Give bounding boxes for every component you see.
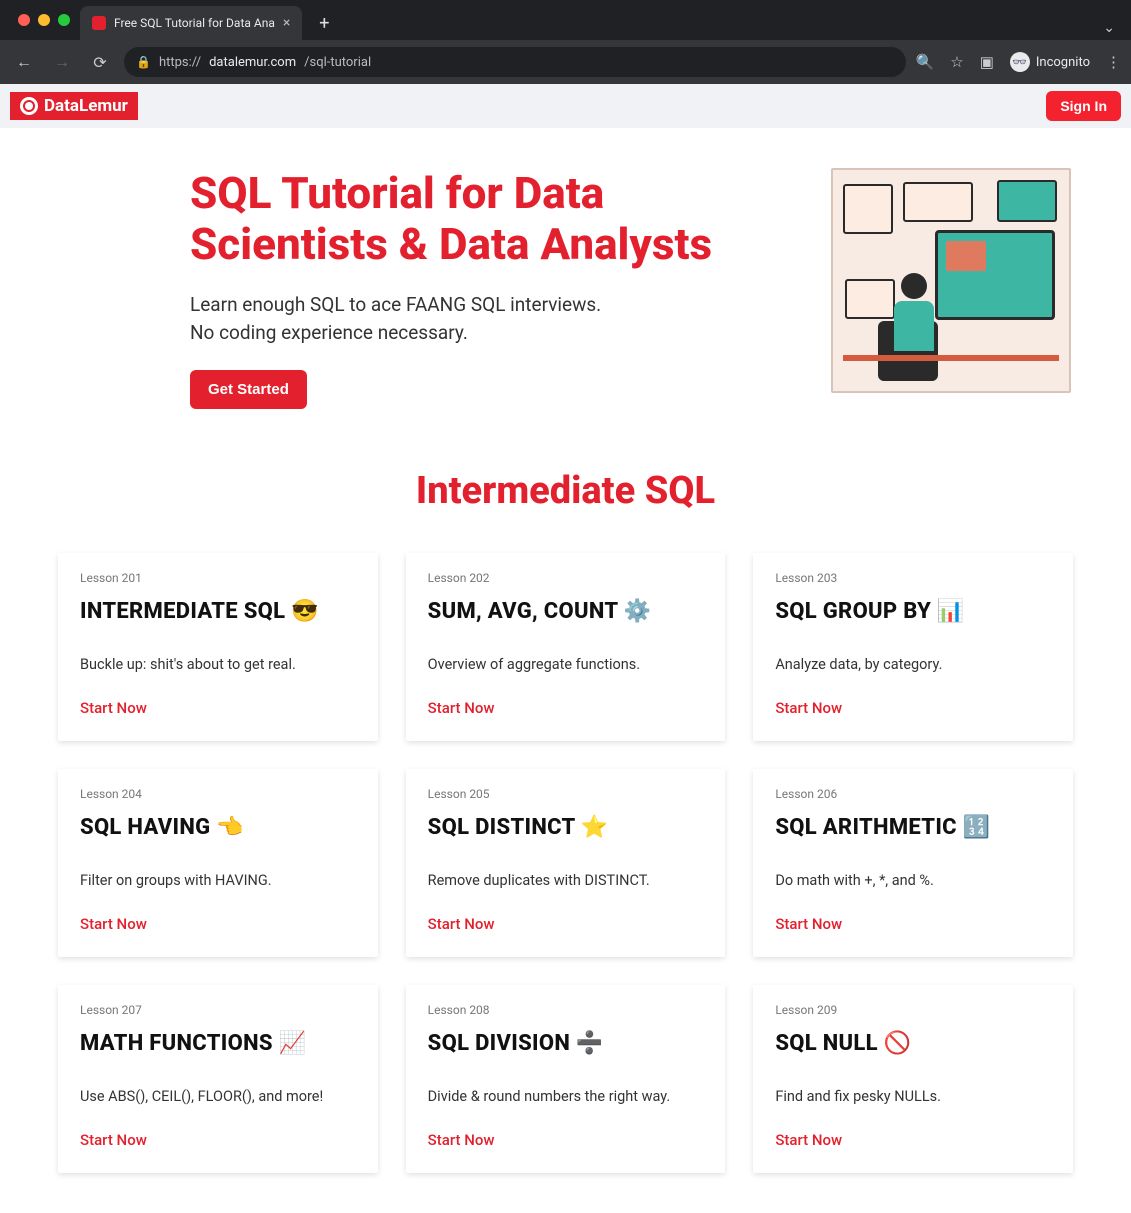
window-minimize-dot[interactable] (38, 14, 50, 26)
lesson-title: INTERMEDIATE SQL 😎 (80, 599, 356, 624)
lesson-eyebrow: Lesson 205 (428, 787, 704, 801)
hero-copy: SQL Tutorial for Data Scientists & Data … (190, 168, 791, 409)
lock-icon: 🔒 (136, 55, 151, 69)
browser-toolbar: ← → ⟳ 🔒 https:// datalemur.com/sql-tutori… (0, 40, 1131, 84)
lesson-description: Divide & round numbers the right way. (428, 1088, 704, 1105)
brand-logo[interactable]: DataLemur (10, 92, 138, 120)
new-tab-button[interactable]: + (310, 9, 338, 37)
hero-section: SQL Tutorial for Data Scientists & Data … (0, 128, 1131, 439)
nav-reload-button[interactable]: ⟳ (86, 48, 114, 76)
tab-bar: Free SQL Tutorial for Data Ana × + ⌄ (0, 0, 1131, 40)
start-now-link[interactable]: Start Now (80, 915, 356, 933)
lesson-title: SQL NULL 🚫 (775, 1031, 1051, 1056)
lesson-eyebrow: Lesson 207 (80, 1003, 356, 1017)
incognito-icon: 👓 (1010, 52, 1030, 72)
nav-forward-button[interactable]: → (48, 48, 76, 76)
lesson-eyebrow: Lesson 209 (775, 1003, 1051, 1017)
hero-illustration (831, 168, 1071, 393)
lesson-card[interactable]: Lesson 209 SQL NULL 🚫 Find and fix pesky N… (753, 985, 1073, 1173)
url-path: /sql-tutorial (304, 55, 371, 70)
lesson-card[interactable]: Lesson 206 SQL ARITHMETIC 🔢 Do math with +… (753, 769, 1073, 957)
kebab-menu-icon[interactable]: ⋮ (1106, 53, 1121, 71)
lesson-description: Use ABS(), CEIL(), FLOOR(), and more! (80, 1088, 356, 1105)
url-domain: datalemur.com (209, 55, 296, 70)
lesson-title: MATH FUNCTIONS 📈 (80, 1031, 356, 1056)
brand-mark-icon (20, 97, 38, 115)
lesson-card[interactable]: Lesson 201 INTERMEDIATE SQL 😎 Buckle up: s… (58, 553, 378, 741)
browser-chrome: Free SQL Tutorial for Data Ana × + ⌄ ← →… (0, 0, 1131, 84)
lesson-description: Buckle up: shit's about to get real. (80, 656, 356, 673)
tabs-dropdown-icon[interactable]: ⌄ (1087, 20, 1131, 40)
start-now-link[interactable]: Start Now (80, 699, 356, 717)
lesson-card[interactable]: Lesson 205 SQL DISTINCT ⭐ Remove duplicate… (406, 769, 726, 957)
lesson-description: Remove duplicates with DISTINCT. (428, 872, 704, 889)
incognito-label: Incognito (1036, 55, 1090, 70)
lesson-title: SQL DIVISION ➗ (428, 1031, 704, 1056)
lesson-description: Overview of aggregate functions. (428, 656, 704, 673)
lesson-card[interactable]: Lesson 204 SQL HAVING 👈 Filter on groups w… (58, 769, 378, 957)
lesson-title: SQL GROUP BY 📊 (775, 599, 1051, 624)
lesson-description: Analyze data, by category. (775, 656, 1051, 673)
lesson-title: SQL HAVING 👈 (80, 815, 356, 840)
start-now-link[interactable]: Start Now (80, 1131, 356, 1149)
url-prefix: https:// (159, 55, 201, 70)
lesson-description: Do math with +, *, and %. (775, 872, 1051, 889)
start-now-link[interactable]: Start Now (775, 699, 1051, 717)
lesson-eyebrow: Lesson 202 (428, 571, 704, 585)
start-now-link[interactable]: Start Now (775, 1131, 1051, 1149)
hero-subtitle: Learn enough SQL to ace FAANG SQL interv… (190, 291, 610, 346)
favicon-icon (92, 16, 106, 30)
incognito-badge[interactable]: 👓 Incognito (1010, 52, 1090, 72)
lesson-eyebrow: Lesson 201 (80, 571, 356, 585)
lesson-eyebrow: Lesson 204 (80, 787, 356, 801)
window-controls (8, 0, 80, 40)
side-panel-icon[interactable]: ▣ (980, 53, 994, 71)
get-started-button[interactable]: Get Started (190, 370, 307, 409)
site-header: DataLemur Sign In (0, 84, 1131, 128)
start-now-link[interactable]: Start Now (775, 915, 1051, 933)
lesson-eyebrow: Lesson 206 (775, 787, 1051, 801)
section-title: Intermediate SQL (0, 469, 1131, 513)
lesson-title: SQL ARITHMETIC 🔢 (775, 815, 1051, 840)
lesson-card[interactable]: Lesson 208 SQL DIVISION ➗ Divide & round n… (406, 985, 726, 1173)
brand-name: DataLemur (44, 96, 128, 116)
lesson-description: Find and fix pesky NULLs. (775, 1088, 1051, 1105)
nav-back-button[interactable]: ← (10, 48, 38, 76)
lesson-eyebrow: Lesson 203 (775, 571, 1051, 585)
lesson-title: SUM, AVG, COUNT ⚙️ (428, 599, 704, 624)
hero-title: SQL Tutorial for Data Scientists & Data … (190, 168, 791, 269)
start-now-link[interactable]: Start Now (428, 1131, 704, 1149)
window-zoom-dot[interactable] (58, 14, 70, 26)
window-close-dot[interactable] (18, 14, 30, 26)
start-now-link[interactable]: Start Now (428, 915, 704, 933)
lesson-grid: Lesson 201 INTERMEDIATE SQL 😎 Buckle up: s… (0, 553, 1131, 1213)
browser-tab[interactable]: Free SQL Tutorial for Data Ana × (80, 6, 302, 40)
tab-title: Free SQL Tutorial for Data Ana (114, 16, 275, 30)
search-icon[interactable]: 🔍 (916, 53, 935, 71)
lesson-card[interactable]: Lesson 203 SQL GROUP BY 📊 Analyze data, by… (753, 553, 1073, 741)
start-now-link[interactable]: Start Now (428, 699, 704, 717)
address-bar[interactable]: 🔒 https:// datalemur.com/sql-tutorial (124, 47, 906, 77)
lesson-card[interactable]: Lesson 202 SUM, AVG, COUNT ⚙️ Overview of … (406, 553, 726, 741)
toolbar-right: 🔍 ☆ ▣ 👓 Incognito ⋮ (916, 52, 1121, 72)
bookmark-star-icon[interactable]: ☆ (950, 53, 963, 71)
lesson-card[interactable]: Lesson 207 MATH FUNCTIONS 📈 Use ABS(), CEI… (58, 985, 378, 1173)
tab-close-icon[interactable]: × (283, 15, 290, 31)
lesson-description: Filter on groups with HAVING. (80, 872, 356, 889)
lesson-title: SQL DISTINCT ⭐ (428, 815, 704, 840)
lesson-eyebrow: Lesson 208 (428, 1003, 704, 1017)
sign-in-button[interactable]: Sign In (1046, 91, 1121, 121)
